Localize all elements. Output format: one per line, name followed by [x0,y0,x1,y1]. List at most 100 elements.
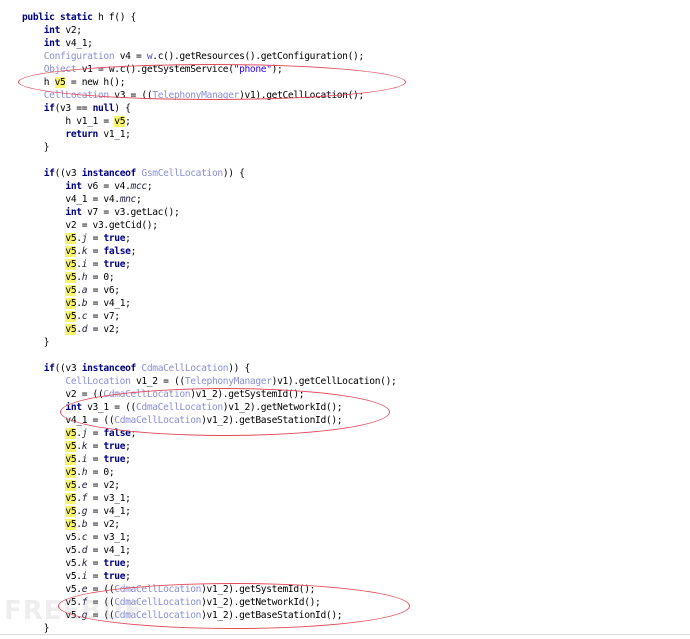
code-token: = v2; [87,324,120,335]
code-token: = 0; [87,272,115,283]
code-type: Configuration [43,51,115,62]
code-token: } [43,142,50,153]
code-line: } [22,336,396,349]
code-token: v5. [65,545,82,556]
code-keyword: int [43,25,61,36]
code-keyword: if [43,168,55,179]
editor-bottom-border [0,634,690,635]
code-type: GsmCellLocation [141,168,223,179]
code-type: CdmaCellLocation [114,584,202,595]
code-type: CdmaCellLocation [103,389,191,400]
code-token: ; [135,194,142,205]
code-field: mnc [119,194,137,205]
code-keyword: if [43,103,55,114]
code-token: )v1).getCellLocation(); [239,90,364,101]
code-token: = v2; [87,480,120,491]
code-token: )) { [222,168,245,179]
code-type: CdmaCellLocation [141,363,229,374]
code-line: v5.k = true; [22,440,396,453]
code-token: = [87,233,104,244]
code-token: ); [271,64,283,75]
code-token: ; [130,246,137,257]
code-token: v4 = [114,51,147,62]
code-token: = [87,259,104,270]
code-token: = v3_1; [87,493,131,504]
code-token: ((v3 [54,168,82,179]
code-keyword: int [65,402,82,413]
code-line: v5.f = v3_1; [22,492,396,505]
code-line: int v4_1; [22,37,396,50]
code-token: ; [125,116,131,127]
code-keyword: return [65,129,98,140]
code-highlight: v5 [65,298,77,309]
code-token: ; [125,233,131,244]
code-type: CdmaCellLocation [114,415,202,426]
code-token: )v1_2).getBaseStationId(); [201,415,343,426]
code-type: Object [43,64,77,75]
code-line: v5.i = true; [22,570,396,583]
code-string: "phone" [233,64,272,75]
code-type: TelephonyManager [152,90,240,101]
code-line: v5.i = true; [22,453,396,466]
code-highlight: v5 [65,428,77,439]
code-line: v5.e = v2; [22,479,396,492]
code-token: = v7; [87,311,120,322]
code-token: v2 = (( [65,389,104,400]
code-type: TelephonyManager [184,376,272,387]
code-token: ; [130,428,137,439]
code-token: v3 = (( [108,90,153,101]
code-line: v2 = v3.getCid(); [22,219,396,232]
code-highlight: v5 [65,272,77,283]
code-highlight: v5 [65,259,77,270]
code-token: v4_1 = v4. [65,194,120,205]
code-token: ; [146,181,153,192]
code-line: int v3_1 = ((CdmaCellLocation)v1_2).getN… [22,401,396,414]
code-token: ((v3 [54,363,82,374]
code-token: v6 = v4. [81,181,131,192]
code-line: v5.b = v2; [22,518,396,531]
code-line: v5.e = ((CdmaCellLocation)v1_2).getSyste… [22,583,396,596]
code-highlight: v5 [65,493,77,504]
code-keyword: int [43,38,61,49]
code-line: v5.c = v3_1; [22,531,396,544]
code-keyword: instanceof [81,363,137,374]
code-line: v2 = ((CdmaCellLocation)v1_2).getSystemI… [22,388,396,401]
code-type: CellLocation [43,90,109,101]
code-token: ; [125,454,131,465]
code-line: CellLocation v3 = ((TelephonyManager)v1)… [22,89,396,102]
code-line: v5.a = v6; [22,284,396,297]
code-token: = [87,571,104,582]
code-keyword: true [103,233,126,244]
code-token: = [87,428,104,439]
code-token: ; [125,441,131,452]
code-token: } [43,337,50,348]
code-highlight: v5 [65,506,77,517]
code-line: v5.j = false; [22,427,396,440]
code-token: ; [125,259,131,270]
code-highlight: v5 [65,246,77,257]
code-line: v5.d = v2; [22,323,396,336]
